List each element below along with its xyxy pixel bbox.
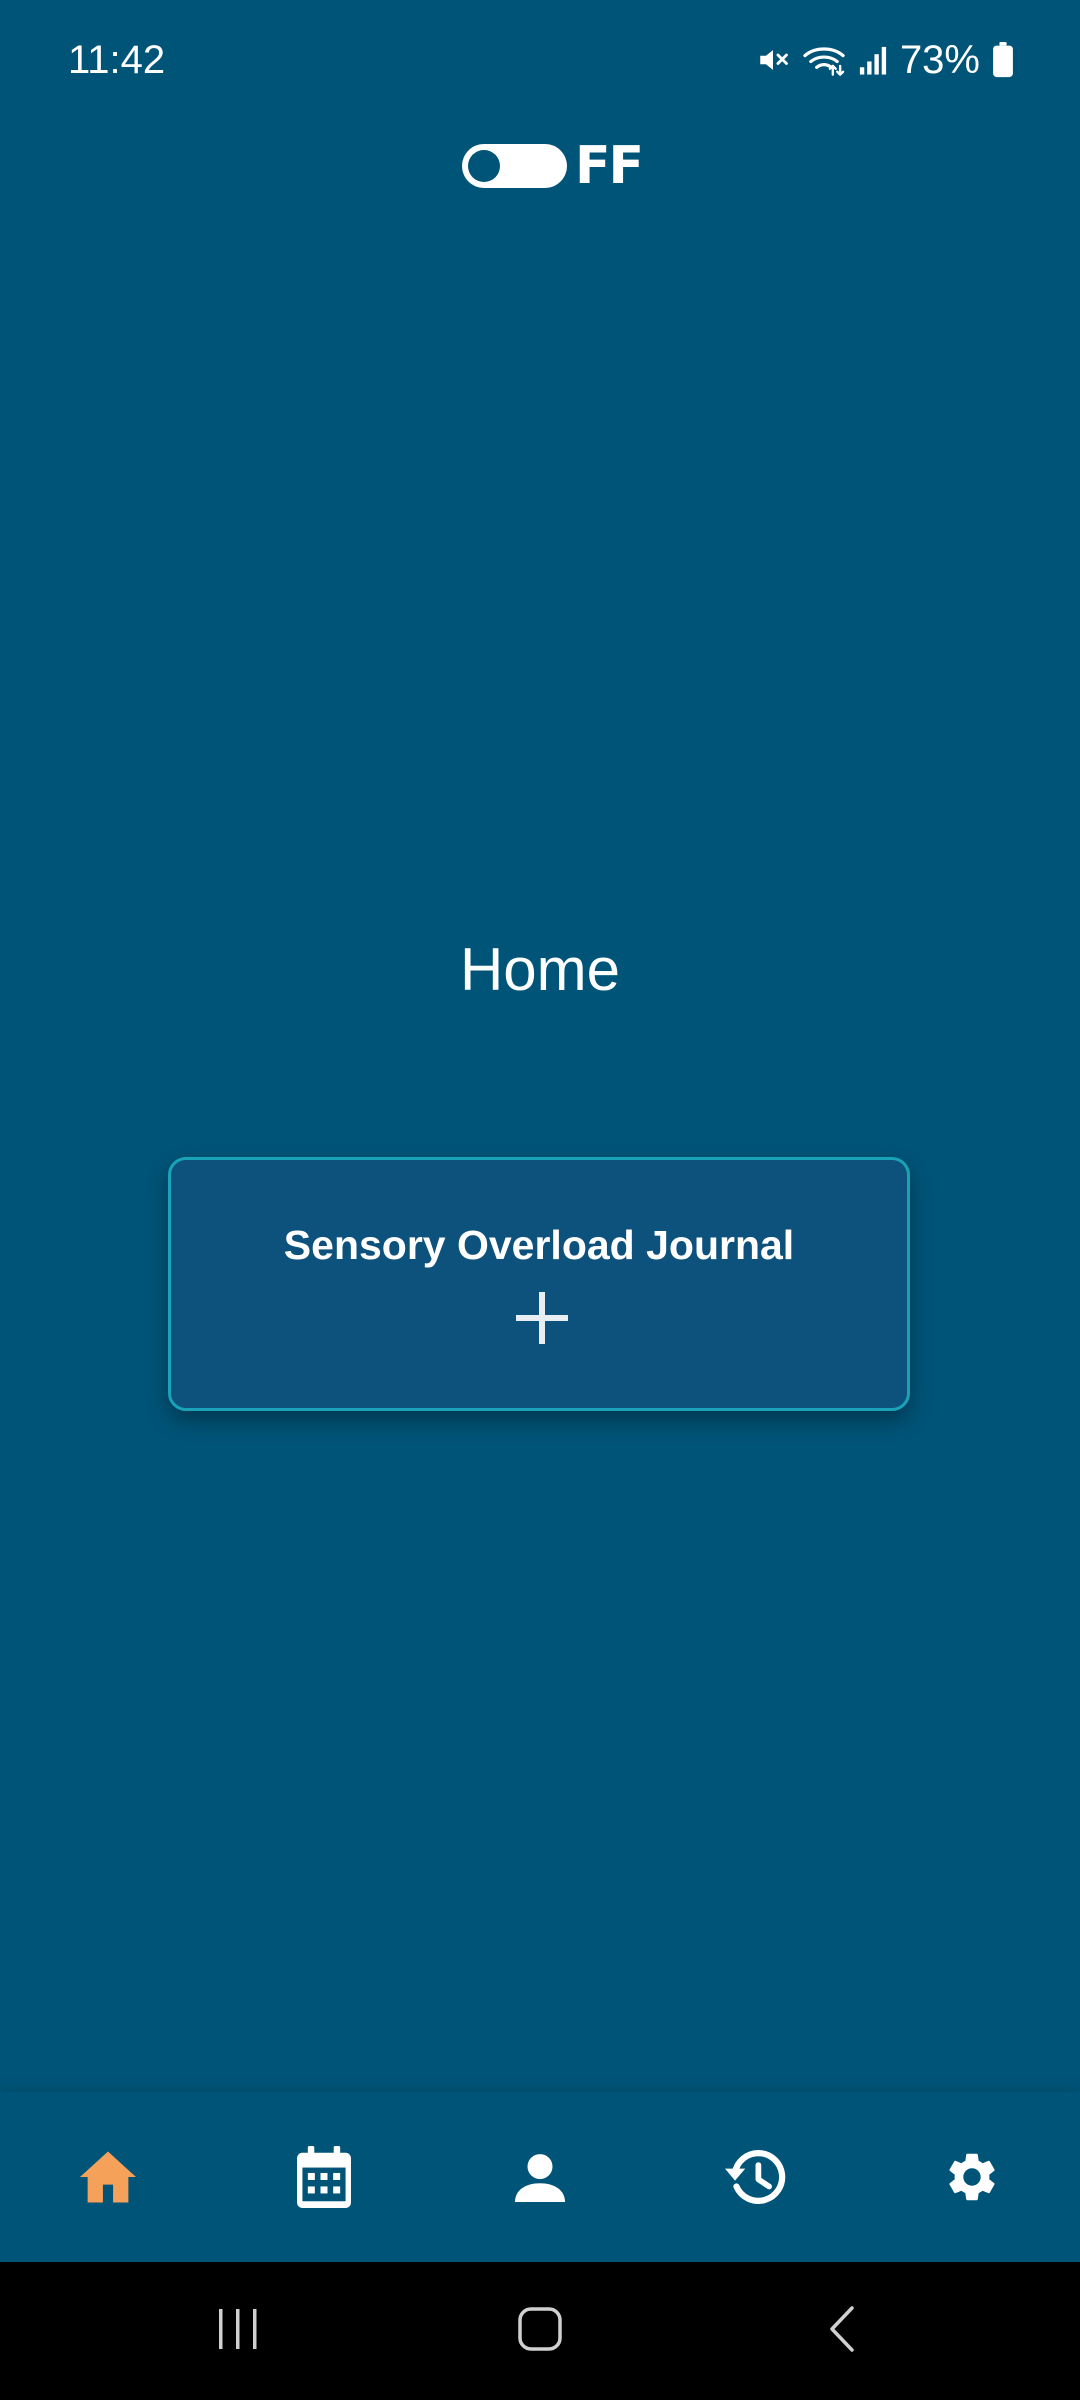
app-logo: FF bbox=[462, 136, 644, 196]
battery-icon bbox=[992, 42, 1014, 78]
back-icon bbox=[827, 2305, 857, 2358]
wifi-icon bbox=[802, 42, 846, 78]
recents-icon bbox=[215, 2307, 261, 2356]
home-icon bbox=[77, 2149, 139, 2205]
calendar-icon bbox=[297, 2146, 351, 2208]
nav-settings[interactable] bbox=[864, 2092, 1080, 2262]
system-navigation-bar bbox=[0, 2262, 1080, 2400]
battery-percent: 73% bbox=[899, 38, 980, 82]
status-time: 11:42 bbox=[68, 38, 166, 82]
logo-toggle-mark bbox=[462, 144, 567, 188]
plus-icon[interactable] bbox=[514, 1290, 570, 1346]
sensory-overload-journal-card[interactable]: Sensory Overload Journal bbox=[168, 1157, 910, 1411]
nav-profile[interactable] bbox=[432, 2092, 648, 2262]
back-button[interactable] bbox=[752, 2262, 932, 2400]
nav-history[interactable] bbox=[648, 2092, 864, 2262]
logo-text: FF bbox=[574, 136, 644, 196]
page-title: Home bbox=[459, 936, 621, 1003]
gear-icon bbox=[943, 2148, 1001, 2206]
nav-calendar[interactable] bbox=[216, 2092, 432, 2262]
signal-icon bbox=[858, 44, 888, 76]
status-bar: 11:42 73% bbox=[0, 0, 1080, 120]
person-icon bbox=[515, 2152, 565, 2202]
mute-icon bbox=[756, 43, 790, 77]
status-icons: 73% bbox=[756, 30, 1014, 90]
bottom-navigation bbox=[0, 2092, 1080, 2262]
history-icon bbox=[725, 2148, 787, 2206]
journal-card-title: Sensory Overload Journal bbox=[283, 1222, 795, 1268]
nav-home[interactable] bbox=[0, 2092, 216, 2262]
home-button[interactable] bbox=[450, 2262, 630, 2400]
home-circle-icon bbox=[517, 2306, 563, 2357]
recents-button[interactable] bbox=[148, 2262, 328, 2400]
